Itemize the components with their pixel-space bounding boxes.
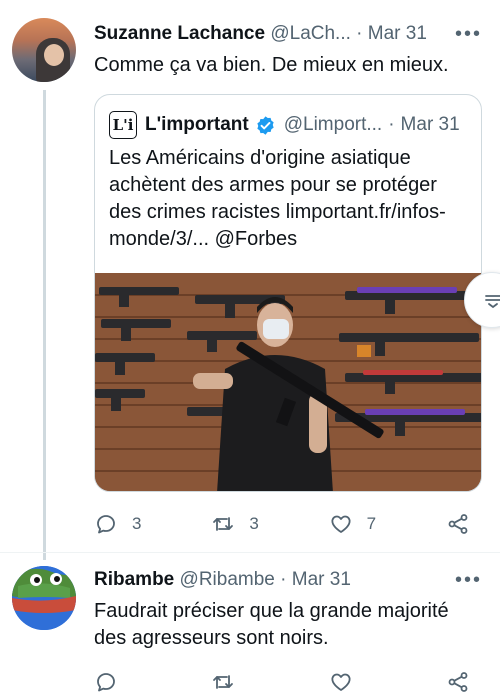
reply-button[interactable] (94, 670, 132, 694)
like-button[interactable] (329, 670, 367, 694)
reply-count: 3 (132, 514, 142, 533)
quoted-tweet-header: L'i L'important @Limport... · Mar 31 (109, 111, 471, 139)
retweet-count: 3 (249, 514, 259, 533)
share-button[interactable] (446, 670, 484, 694)
tweet-divider (0, 552, 500, 553)
avatar[interactable] (12, 18, 76, 82)
tweet-actions (94, 668, 484, 696)
avatar[interactable] (12, 566, 76, 630)
verified-badge-icon (257, 115, 274, 135)
handle[interactable]: @Ribambe (180, 569, 275, 590)
reply-icon (97, 515, 115, 534)
handle[interactable]: @LaCh... (270, 23, 351, 44)
heart-icon (331, 515, 351, 533)
retweet-icon (213, 675, 234, 689)
tweet-text: Faudrait préciser que la grande majorité… (94, 600, 449, 649)
share-icon (448, 514, 468, 534)
quoted-date[interactable]: Mar 31 (401, 112, 460, 138)
avatar-face (44, 44, 64, 66)
retweet-button[interactable]: 3 (211, 512, 259, 536)
like-button[interactable]: 7 (329, 512, 377, 536)
reply-icon (97, 673, 115, 692)
quoted-tweet-image[interactable] (95, 273, 481, 491)
menu-chevron-icon (485, 295, 500, 309)
display-name[interactable]: Ribambe (94, 569, 174, 590)
display-name[interactable]: Suzanne Lachance (94, 23, 265, 44)
thread-connector-line (43, 90, 46, 560)
more-icon[interactable]: ••• (455, 570, 482, 590)
more-icon[interactable]: ••• (455, 24, 482, 44)
like-count: 7 (366, 514, 377, 533)
tweet-date[interactable]: Mar 31 (292, 569, 351, 590)
tweet-header: Ribambe @Ribambe · Mar 31 (94, 568, 460, 592)
quoted-tweet-text: Les Américains d'origine asiatique achèt… (109, 147, 446, 250)
tweet-text: Comme ça va bien. De mieux en mieux. (94, 54, 449, 76)
share-button[interactable] (446, 512, 484, 536)
twitter-thread: Suzanne Lachance @LaCh... · Mar 31 ••• C… (0, 0, 500, 700)
tweet-actions: 3 3 7 (94, 510, 484, 538)
tweet-header: Suzanne Lachance @LaCh... · Mar 31 (94, 22, 460, 46)
tweet[interactable]: Suzanne Lachance @LaCh... · Mar 31 ••• C… (0, 0, 500, 560)
separator: · (280, 569, 287, 590)
separator: · (388, 114, 395, 135)
retweet-button[interactable] (211, 670, 249, 694)
gun-wall-photo (95, 273, 481, 491)
reply-button[interactable]: 3 (94, 512, 142, 536)
heart-icon (331, 673, 351, 691)
tweet-date[interactable]: Mar 31 (368, 23, 427, 44)
frog-avatar-image (12, 566, 76, 630)
separator: · (356, 23, 363, 44)
retweet-icon (213, 517, 234, 531)
quoted-display-name[interactable]: L'important (145, 112, 249, 138)
quoted-handle[interactable]: @Limport... (284, 112, 382, 138)
share-icon (448, 672, 468, 692)
quoted-avatar-logo[interactable]: L'i (109, 111, 137, 139)
quoted-tweet-card[interactable]: L'i L'important @Limport... · Mar 31 Les… (94, 94, 482, 492)
